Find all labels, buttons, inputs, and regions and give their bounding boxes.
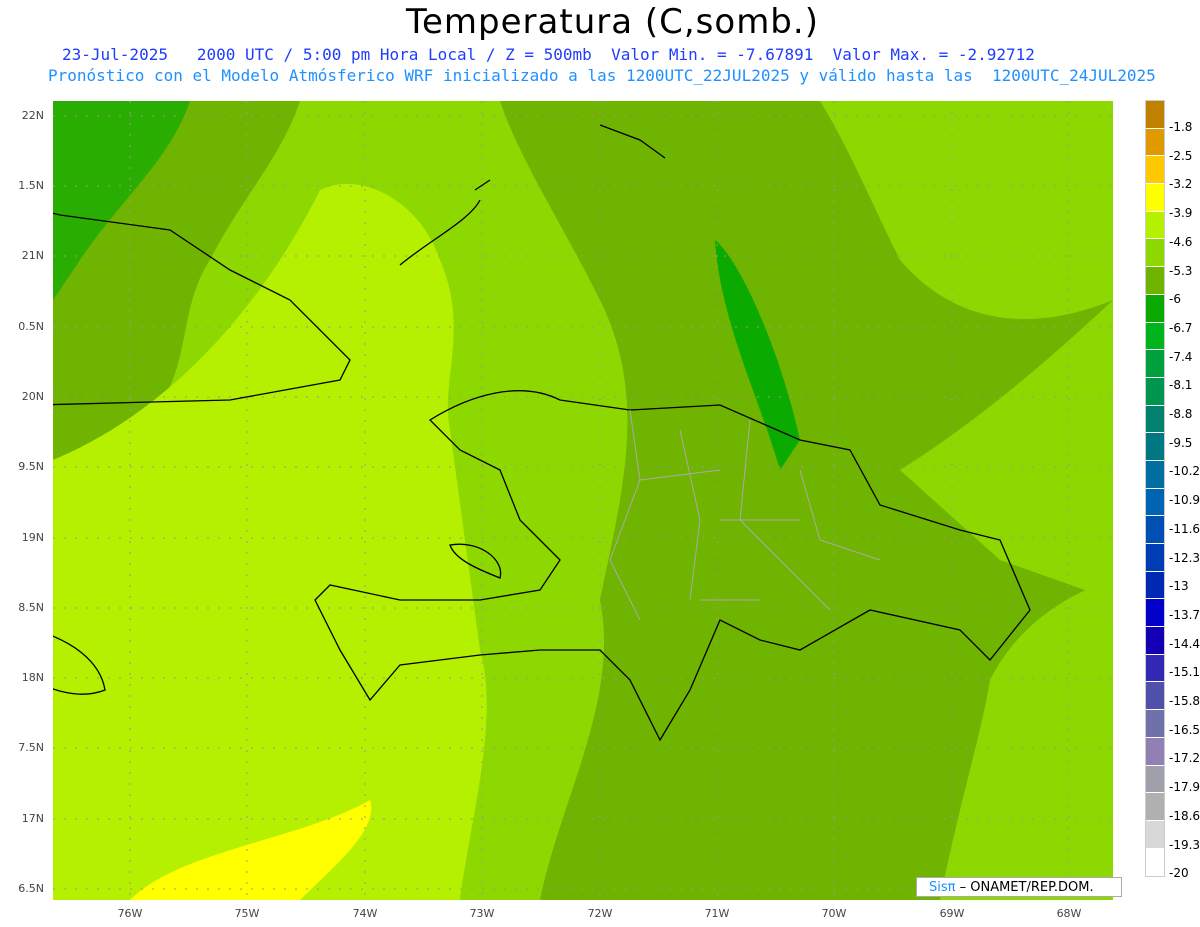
legend-label: -15.1 xyxy=(1169,665,1200,680)
legend-label: -1.8 xyxy=(1169,120,1193,134)
lat-label: 18N xyxy=(21,671,44,684)
legend-swatch xyxy=(1146,294,1164,323)
legend-swatch xyxy=(1146,377,1164,406)
legend-swatch xyxy=(1146,765,1164,794)
sispi-logo: Sisπ xyxy=(929,880,956,895)
legend-swatch xyxy=(1146,267,1164,295)
legend-swatch xyxy=(1146,405,1164,434)
legend-swatch xyxy=(1146,211,1164,240)
lon-label: 72W xyxy=(587,907,613,920)
lon-label: 69W xyxy=(939,907,965,920)
map-title: Temperatura (C,somb.) xyxy=(406,2,819,42)
legend-swatch xyxy=(1146,488,1164,517)
legend-swatch xyxy=(1146,460,1164,489)
legend-swatch xyxy=(1146,571,1164,600)
legend-label: -13.7 xyxy=(1169,607,1200,622)
lat-label: 0.5N xyxy=(18,320,44,333)
legend-label: -6.7 xyxy=(1169,320,1193,335)
valid-time-line: 23-Jul-2025 2000 UTC / 5:00 pm Hora Loca… xyxy=(62,45,1035,64)
lon-label: 71W xyxy=(704,907,730,920)
lat-label: 9.5N xyxy=(18,460,44,473)
lat-label: 20N xyxy=(21,390,44,403)
legend-label: -9.5 xyxy=(1169,435,1193,450)
legend-swatch xyxy=(1146,682,1164,711)
lat-label: 1.5N xyxy=(18,179,44,192)
legend-swatch xyxy=(1146,710,1164,738)
legend-swatch xyxy=(1146,544,1164,572)
lon-label: 76W xyxy=(117,907,143,920)
legend-label: -2.5 xyxy=(1169,148,1193,163)
legend-swatch xyxy=(1146,793,1164,821)
lat-label: 8.5N xyxy=(18,601,44,614)
legend-label: -3.2 xyxy=(1169,177,1193,192)
lat-label: 7.5N xyxy=(18,741,44,754)
credit-box: Sisπ – ONAMET/REP.DOM. xyxy=(916,877,1122,897)
legend-swatch xyxy=(1146,820,1164,849)
legend-label: -6 xyxy=(1169,292,1181,307)
model-info-line: Pronóstico con el Modelo Atmósferico WRF… xyxy=(48,66,1156,85)
legend-label: -12.3 xyxy=(1169,550,1200,565)
legend-label: -3.9 xyxy=(1169,206,1193,221)
lat-label: 19N xyxy=(21,531,44,544)
legend-label: -5.3 xyxy=(1169,263,1193,278)
legend-label: -7.4 xyxy=(1169,349,1193,364)
legend-swatch xyxy=(1146,627,1164,655)
legend-label: -8.8 xyxy=(1169,407,1193,421)
legend-label: -13 xyxy=(1169,579,1189,594)
legend-swatch xyxy=(1146,184,1164,212)
legend-swatch xyxy=(1146,737,1164,766)
legend-swatch xyxy=(1146,156,1164,185)
legend-label: -10.9 xyxy=(1169,493,1200,508)
legend-swatch xyxy=(1146,322,1164,351)
legend-swatch xyxy=(1146,654,1164,683)
legend-swatch xyxy=(1146,239,1164,268)
legend-label: -17.9 xyxy=(1169,780,1200,795)
legend-label: -10.2 xyxy=(1169,464,1200,479)
lon-label: 74W xyxy=(352,907,378,920)
legend-swatch xyxy=(1146,433,1164,461)
credit-text: – ONAMET/REP.DOM. xyxy=(955,880,1094,895)
lon-label: 75W xyxy=(234,907,260,920)
legend-label: -8.1 xyxy=(1169,378,1193,393)
lat-label: 17N xyxy=(21,812,44,825)
lon-label: 68W xyxy=(1056,907,1082,920)
lat-label: 21N xyxy=(21,249,44,262)
legend-swatch xyxy=(1146,848,1164,877)
lat-label: 22N xyxy=(21,109,44,122)
legend-label: -17.2 xyxy=(1169,751,1200,766)
legend-label: -16.5 xyxy=(1169,722,1200,737)
color-legend xyxy=(1145,100,1165,878)
legend-swatch xyxy=(1146,101,1164,129)
legend-label: -18.6 xyxy=(1169,808,1200,823)
lon-label: 73W xyxy=(469,907,495,920)
map-field xyxy=(53,101,1113,900)
legend-swatch xyxy=(1146,128,1164,157)
legend-label: -4.6 xyxy=(1169,234,1193,249)
legend-label: -15.8 xyxy=(1169,694,1200,708)
legend-label: -19.3 xyxy=(1169,837,1200,852)
temperature-map xyxy=(53,101,1113,900)
lat-label: 6.5N xyxy=(18,882,44,895)
legend-label: -14.4 xyxy=(1169,636,1200,651)
legend-swatch xyxy=(1146,599,1164,628)
legend-swatch xyxy=(1146,516,1164,544)
legend-label: -20 xyxy=(1169,866,1189,881)
legend-swatch xyxy=(1146,350,1164,378)
legend-label: -11.6 xyxy=(1169,521,1200,536)
lon-label: 70W xyxy=(821,907,847,920)
